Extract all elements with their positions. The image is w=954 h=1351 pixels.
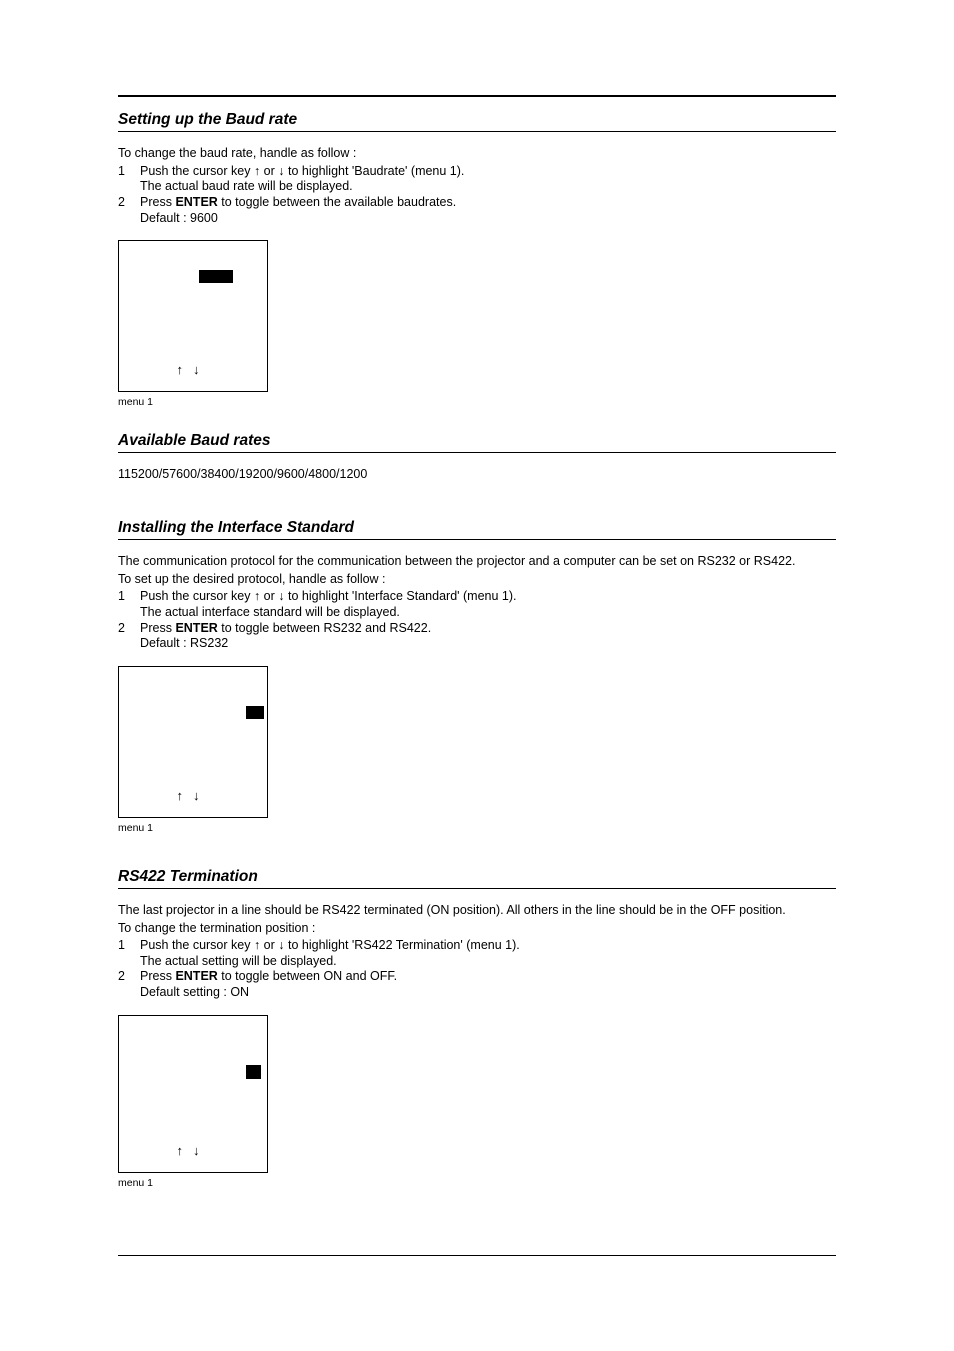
step-number: 2 bbox=[118, 621, 140, 652]
arrow-up-icon: ↑ bbox=[177, 1143, 194, 1158]
text: Press bbox=[140, 195, 175, 209]
step-number: 1 bbox=[118, 589, 140, 620]
menu-diagram-baud: ↑↓ bbox=[118, 240, 268, 392]
step-body: Press ENTER to toggle between ON and OFF… bbox=[140, 969, 836, 1000]
bottom-rule bbox=[118, 1255, 836, 1256]
text: or bbox=[260, 938, 278, 952]
menu-caption: menu 1 bbox=[118, 822, 836, 834]
interface-step-1: 1 Push the cursor key ↑ or ↓ to highligh… bbox=[118, 589, 836, 620]
heading-interface: Installing the Interface Standard bbox=[118, 519, 836, 540]
text: to toggle between ON and OFF. bbox=[218, 969, 397, 983]
menu-diagram-rs422: ↑↓ bbox=[118, 1015, 268, 1173]
heading-baud: Setting up the Baud rate bbox=[118, 111, 836, 132]
baud-step-1: 1 Push the cursor key ↑ or ↓ to highligh… bbox=[118, 164, 836, 195]
interface-intro1: The communication protocol for the commu… bbox=[118, 554, 836, 570]
text: to highlight 'Interface Standard' (menu … bbox=[285, 589, 517, 603]
document-page: Setting up the Baud rate To change the b… bbox=[0, 0, 954, 1351]
heading-available: Available Baud rates bbox=[118, 432, 836, 453]
rs422-steps: 1 Push the cursor key ↑ or ↓ to highligh… bbox=[118, 938, 836, 1001]
rs422-step-1: 1 Push the cursor key ↑ or ↓ to highligh… bbox=[118, 938, 836, 969]
arrow-up-icon: ↑ bbox=[177, 362, 194, 377]
enter-key: ENTER bbox=[175, 195, 217, 209]
highlight-chip bbox=[246, 706, 264, 719]
highlight-chip bbox=[199, 270, 233, 283]
arrow-down-icon: ↓ bbox=[193, 362, 210, 377]
text: to toggle between the available baudrate… bbox=[218, 195, 456, 209]
enter-key: ENTER bbox=[175, 969, 217, 983]
step-body: Press ENTER to toggle between RS232 and … bbox=[140, 621, 836, 652]
text: Push the cursor key bbox=[140, 938, 254, 952]
step-body: Push the cursor key ↑ or ↓ to highlight … bbox=[140, 938, 836, 969]
arrow-up-icon: ↑ bbox=[177, 788, 194, 803]
text: Default : RS232 bbox=[140, 636, 228, 650]
step-body: Push the cursor key ↑ or ↓ to highlight … bbox=[140, 589, 836, 620]
step-body: Press ENTER to toggle between the availa… bbox=[140, 195, 836, 226]
text: Push the cursor key bbox=[140, 164, 254, 178]
arrow-down-icon: ↓ bbox=[193, 1143, 210, 1158]
step-number: 2 bbox=[118, 969, 140, 1000]
arrow-down-icon: ↓ bbox=[193, 788, 210, 803]
baud-intro: To change the baud rate, handle as follo… bbox=[118, 146, 836, 162]
heading-rs422: RS422 Termination bbox=[118, 868, 836, 889]
arrow-row: ↑↓ bbox=[119, 362, 267, 377]
step-body: Push the cursor key ↑ or ↓ to highlight … bbox=[140, 164, 836, 195]
text: or bbox=[260, 589, 278, 603]
arrow-row: ↑↓ bbox=[119, 788, 267, 803]
step-number: 1 bbox=[118, 164, 140, 195]
text: to highlight 'Baudrate' (menu 1). bbox=[285, 164, 465, 178]
baud-steps: 1 Push the cursor key ↑ or ↓ to highligh… bbox=[118, 164, 836, 227]
interface-step-2: 2 Press ENTER to toggle between RS232 an… bbox=[118, 621, 836, 652]
highlight-chip bbox=[246, 1065, 261, 1079]
baud-rates-list: 115200/57600/38400/19200/9600/4800/1200 bbox=[118, 467, 836, 481]
text: to toggle between RS232 and RS422. bbox=[218, 621, 431, 635]
interface-steps: 1 Push the cursor key ↑ or ↓ to highligh… bbox=[118, 589, 836, 652]
step-number: 2 bbox=[118, 195, 140, 226]
enter-key: ENTER bbox=[175, 621, 217, 635]
rs422-intro1: The last projector in a line should be R… bbox=[118, 903, 836, 919]
text: Press bbox=[140, 621, 175, 635]
text: Push the cursor key bbox=[140, 589, 254, 603]
interface-intro2: To set up the desired protocol, handle a… bbox=[118, 572, 836, 588]
menu-caption: menu 1 bbox=[118, 1177, 836, 1189]
top-rule bbox=[118, 95, 836, 97]
text: Default : 9600 bbox=[140, 211, 218, 225]
baud-step-2: 2 Press ENTER to toggle between the avai… bbox=[118, 195, 836, 226]
menu-diagram-interface: ↑↓ bbox=[118, 666, 268, 818]
text: The actual setting will be displayed. bbox=[140, 954, 337, 968]
text: Default setting : ON bbox=[140, 985, 249, 999]
arrow-row: ↑↓ bbox=[119, 1143, 267, 1158]
rs422-intro2: To change the termination position : bbox=[118, 921, 836, 937]
text: Press bbox=[140, 969, 175, 983]
text: to highlight 'RS422 Termination' (menu 1… bbox=[285, 938, 520, 952]
menu-caption: menu 1 bbox=[118, 396, 836, 408]
step-number: 1 bbox=[118, 938, 140, 969]
rs422-step-2: 2 Press ENTER to toggle between ON and O… bbox=[118, 969, 836, 1000]
text: The actual interface standard will be di… bbox=[140, 605, 400, 619]
text: or bbox=[260, 164, 278, 178]
text: The actual baud rate will be displayed. bbox=[140, 179, 353, 193]
